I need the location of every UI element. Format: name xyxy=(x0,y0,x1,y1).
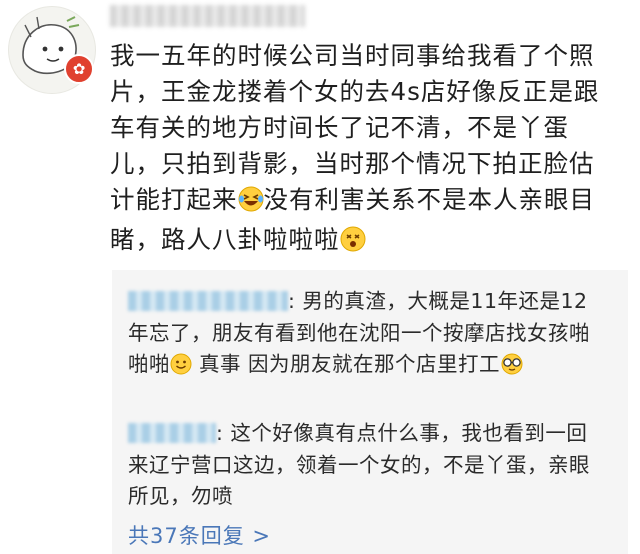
reply-item: : 男的真渣，大概是11年还是12年忘了，朋友有看到他在沈阳一个按摩店找女孩啪啪… xyxy=(128,286,598,385)
reply-username-blurred[interactable] xyxy=(128,423,216,443)
more-replies-link[interactable]: 共37条回复 > xyxy=(128,520,271,550)
comment-text: 我一五年的时候公司当时同事给我看了个照片，王金龙搂着个女的去4s店好像反正是跟车… xyxy=(110,38,610,262)
reply-username-blurred[interactable] xyxy=(128,291,288,311)
glasses-emoji xyxy=(500,353,524,385)
more-replies-label: 共37条回复 xyxy=(128,524,245,548)
red-badge-icon: ✿ xyxy=(64,54,94,84)
reply-text-continued: 真事 因为朋友就在那个店里打工 xyxy=(192,352,501,376)
reply-item: : 这个好像真有点什么事，我也看到一回来辽宁营口这边，领着一个女的，不是丫蛋，亲… xyxy=(128,418,598,513)
laughing-tears-emoji xyxy=(238,186,264,222)
username-blurred[interactable] xyxy=(110,5,305,27)
smile-emoji xyxy=(170,353,192,385)
chevron-right-icon: > xyxy=(252,524,272,548)
dizzy-face-emoji xyxy=(340,226,366,262)
replies-panel: : 男的真渣，大概是11年还是12年忘了，朋友有看到他在沈阳一个按摩店找女孩啪啪… xyxy=(112,270,628,554)
